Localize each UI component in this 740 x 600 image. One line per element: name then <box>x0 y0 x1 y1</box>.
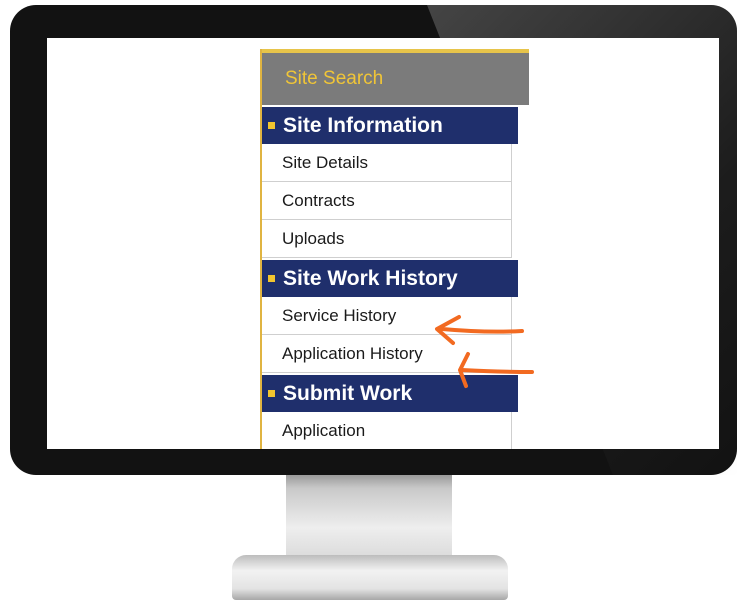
section-site-information: Site Information <box>262 105 518 144</box>
monitor-stand-neck <box>286 475 452 563</box>
site-search-link[interactable]: Site Search <box>262 53 529 105</box>
bullet-icon <box>268 390 275 397</box>
section-title: Site Work History <box>283 267 458 290</box>
bullet-icon <box>268 275 275 282</box>
section-title: Site Information <box>283 114 443 137</box>
menu-item-site-details[interactable]: Site Details <box>262 144 512 182</box>
screen: Site Search Site Information Site Detail… <box>47 38 719 449</box>
menu-item-application[interactable]: Application <box>262 412 512 449</box>
menu-top-accent <box>262 49 529 53</box>
section-title: Submit Work <box>283 382 413 405</box>
monitor-stand-base <box>232 555 508 600</box>
bullet-icon <box>268 122 275 129</box>
menu-item-uploads[interactable]: Uploads <box>262 220 512 258</box>
monitor-frame: Site Search Site Information Site Detail… <box>10 5 737 475</box>
arrow-icon <box>458 352 534 388</box>
arrow-icon <box>435 315 524 345</box>
section-site-work-history: Site Work History <box>262 258 518 297</box>
menu-item-contracts[interactable]: Contracts <box>262 182 512 220</box>
